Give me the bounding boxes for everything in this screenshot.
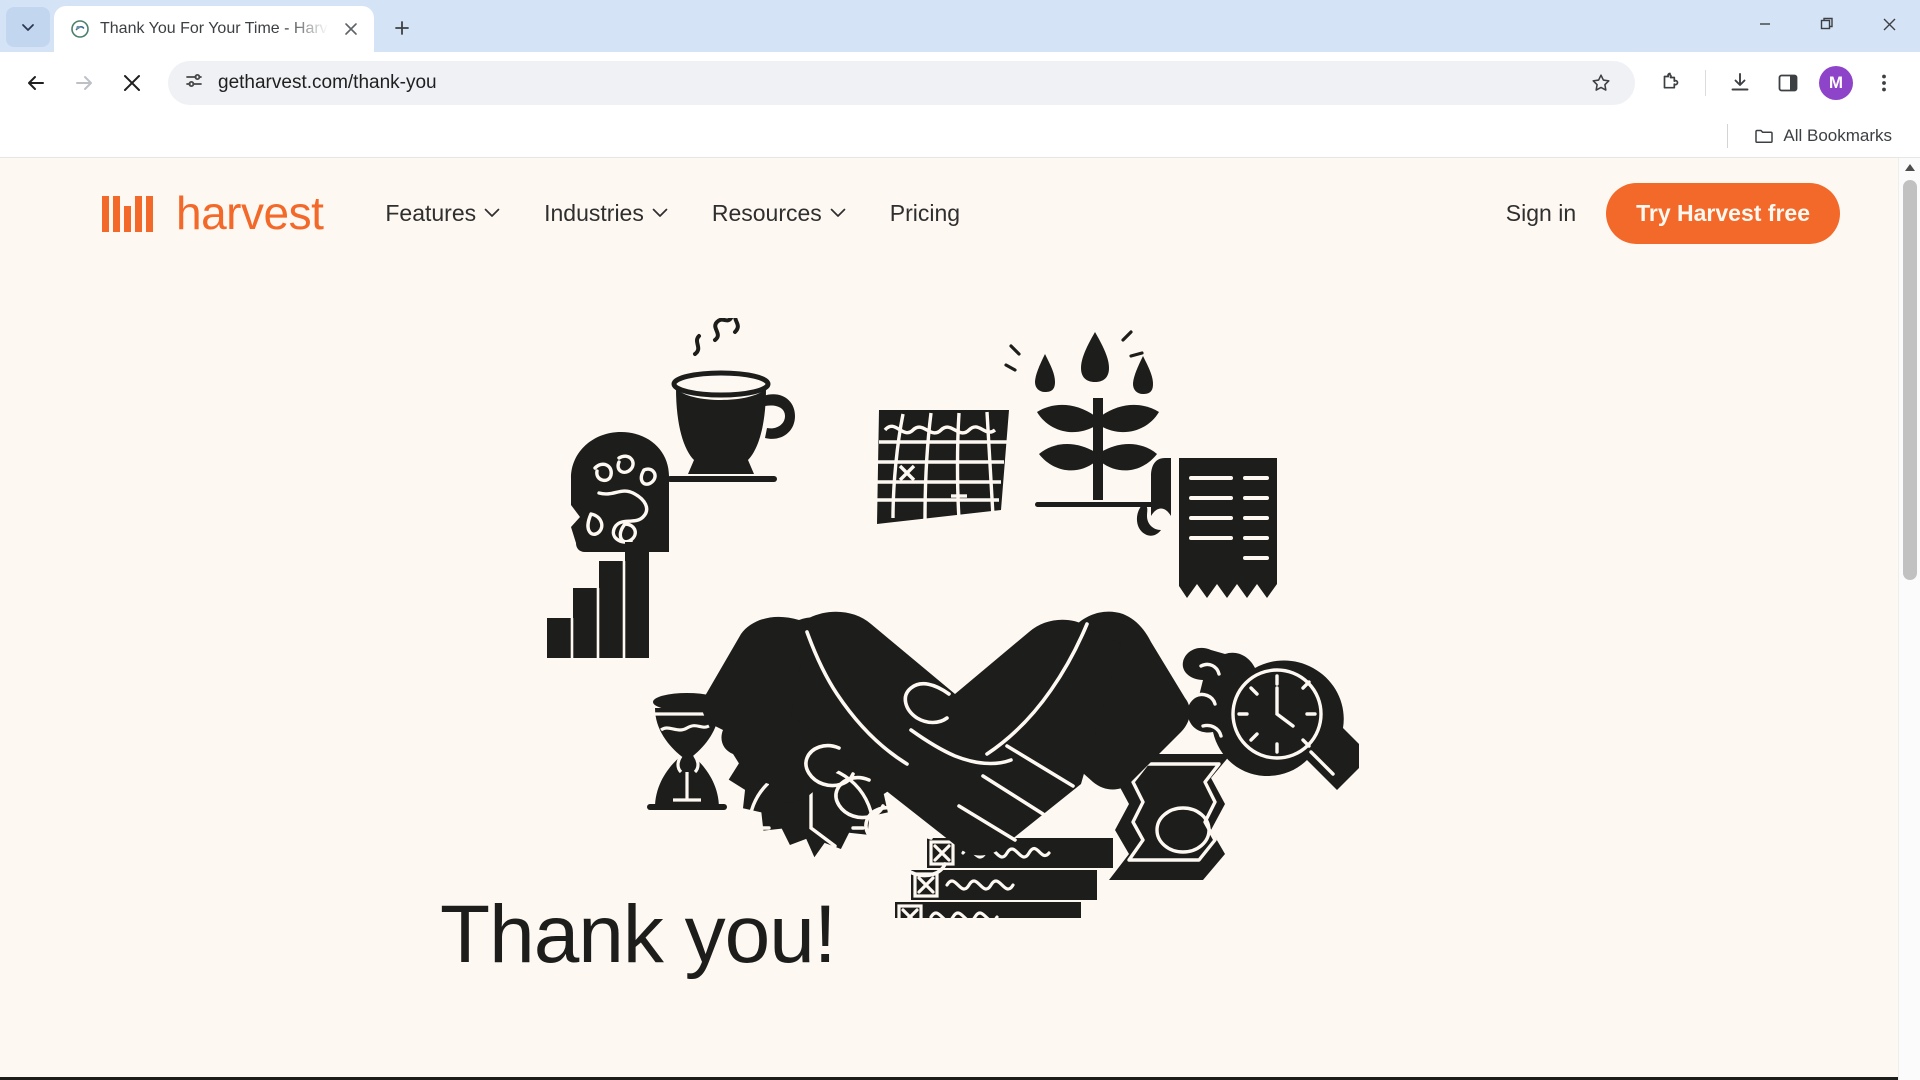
- scrollbar-thumb[interactable]: [1903, 180, 1917, 580]
- harvest-thank-you-page: harvest Features Industries Resources Pr…: [0, 158, 1898, 1080]
- address-bar-url: getharvest.com/thank-you: [218, 72, 437, 93]
- downloads-button[interactable]: [1718, 61, 1762, 105]
- chevron-down-icon: [830, 208, 846, 217]
- harvest-logo[interactable]: harvest: [100, 186, 324, 240]
- window-minimize-button[interactable]: [1734, 0, 1796, 48]
- side-panel-button[interactable]: [1766, 61, 1810, 105]
- address-bar[interactable]: getharvest.com/thank-you: [168, 61, 1635, 105]
- tab-title: Thank You For Your Time - Harv: [100, 20, 328, 37]
- nav-item-industries[interactable]: Industries: [544, 200, 668, 227]
- window-controls: [1734, 0, 1920, 48]
- toolbar-divider: [1705, 70, 1706, 96]
- folder-icon: [1755, 129, 1774, 143]
- harvest-favicon-icon: [70, 19, 90, 39]
- nav-label: Industries: [544, 199, 644, 226]
- tab-close-button[interactable]: [338, 16, 364, 42]
- handshake-illustration: [547, 318, 1359, 918]
- scroll-up-arrow-icon[interactable]: [1899, 158, 1920, 178]
- nav-item-resources[interactable]: Resources: [712, 200, 846, 227]
- harvest-logo-text: harvest: [176, 187, 324, 239]
- page-viewport: harvest Features Industries Resources Pr…: [0, 158, 1920, 1080]
- back-button[interactable]: [14, 61, 58, 105]
- brain-head-icon: [571, 432, 669, 552]
- bookmarks-divider: [1727, 123, 1729, 148]
- restore-icon: [1820, 17, 1833, 30]
- nav-label: Resources: [711, 199, 822, 226]
- forward-button: [62, 61, 106, 105]
- close-icon: [124, 75, 140, 91]
- page-scrollbar[interactable]: [1898, 158, 1920, 1080]
- extensions-button[interactable]: [1649, 61, 1693, 105]
- calendar-icon: [877, 410, 1009, 524]
- forward-arrow-icon: [76, 76, 92, 90]
- extensions-puzzle-icon: [1663, 72, 1679, 89]
- close-icon: [344, 23, 357, 35]
- plant-icon: [1004, 330, 1163, 507]
- chevron-down-icon: [652, 208, 668, 217]
- receipt-icon: [1136, 458, 1277, 598]
- avatar: M: [1819, 66, 1853, 100]
- new-tab-button[interactable]: [382, 8, 422, 48]
- hero-section: Thank you!: [0, 268, 1898, 976]
- coffee-cup-icon: [667, 318, 795, 482]
- three-dot-menu-icon: [1882, 74, 1886, 92]
- nav-label: Pricing: [889, 199, 961, 226]
- try-harvest-free-button[interactable]: Try Harvest free: [1606, 182, 1840, 244]
- browser-toolbar: getharvest.com/thank-you M: [0, 52, 1920, 114]
- window-restore-button[interactable]: [1796, 0, 1858, 48]
- header-actions: Sign in Try Harvest free: [1506, 182, 1840, 244]
- page-title: Thank you!: [440, 889, 837, 980]
- checklist-icon: [895, 838, 1113, 918]
- harvest-logo-mark-icon: [102, 196, 153, 232]
- stop-loading-button[interactable]: [110, 61, 154, 105]
- browser-window: Thank You For Your Time - Harv getharves…: [0, 0, 1920, 1080]
- browser-tab[interactable]: Thank You For Your Time - Harv: [54, 6, 374, 52]
- nav-item-pricing[interactable]: Pricing: [890, 200, 960, 227]
- handshake-icon: [702, 611, 1190, 878]
- minimize-icon: [1760, 23, 1770, 25]
- sign-in-link[interactable]: Sign in: [1506, 200, 1576, 227]
- profile-button[interactable]: M: [1814, 61, 1858, 105]
- all-bookmarks-label: All Bookmarks: [1783, 125, 1892, 145]
- back-arrow-icon: [28, 76, 44, 90]
- tab-search-button[interactable]: [6, 7, 50, 47]
- site-header: harvest Features Industries Resources Pr…: [0, 158, 1898, 268]
- site-nav: Features Industries Resources Pricing: [385, 200, 960, 227]
- nav-item-features[interactable]: Features: [385, 200, 500, 227]
- window-close-button[interactable]: [1858, 0, 1920, 48]
- side-panel-icon: [1778, 74, 1798, 92]
- plus-icon: [394, 21, 409, 35]
- chevron-down-icon: [22, 24, 34, 31]
- close-icon: [1883, 18, 1895, 30]
- nav-label: Features: [385, 199, 477, 226]
- tune-icon[interactable]: [184, 71, 204, 96]
- chrome-menu-button[interactable]: [1862, 61, 1906, 105]
- chevron-down-icon: [484, 208, 500, 217]
- bar-chart-icon: [547, 542, 649, 658]
- bookmark-star-icon[interactable]: [1583, 65, 1619, 101]
- all-bookmarks-button[interactable]: All Bookmarks: [1746, 121, 1900, 151]
- download-icon: [1731, 73, 1749, 91]
- tab-strip: Thank You For Your Time - Harv: [0, 0, 1920, 52]
- bookmarks-bar: All Bookmarks: [0, 114, 1920, 158]
